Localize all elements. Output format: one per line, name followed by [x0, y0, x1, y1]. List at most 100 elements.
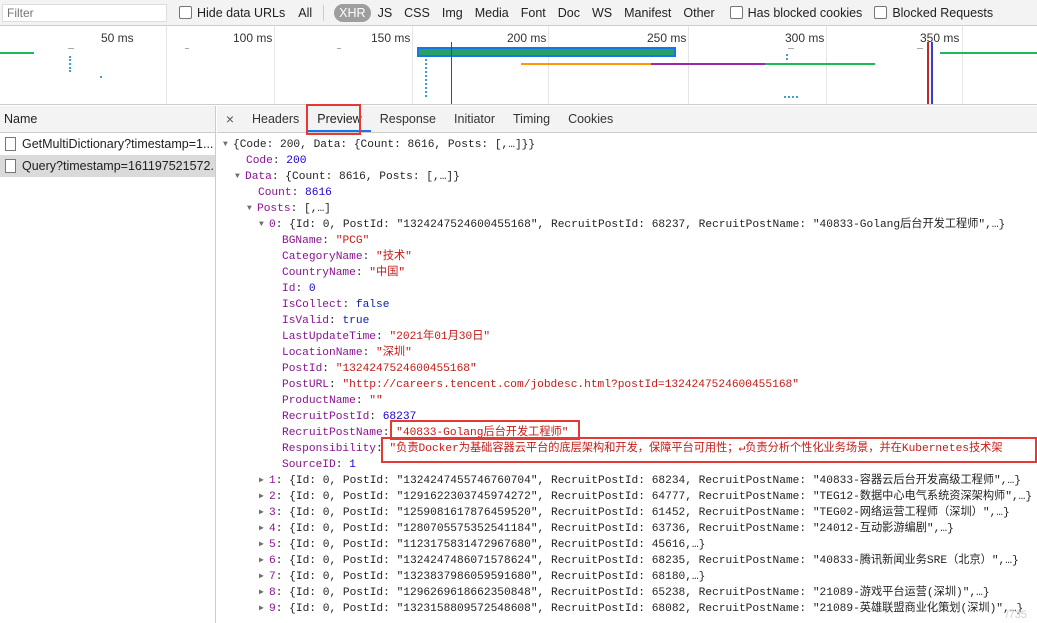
- collapsed-triangle-icon[interactable]: ▶: [259, 585, 269, 601]
- timeline-marker-red: [927, 42, 929, 104]
- has-blocked-cookies-checkbox[interactable]: Has blocked cookies: [729, 6, 862, 20]
- filter-input[interactable]: [2, 3, 167, 22]
- collapsed-triangle-icon[interactable]: ▶: [259, 473, 269, 489]
- timeline-bar: [765, 63, 875, 65]
- expanded-triangle-icon[interactable]: ▼: [247, 201, 257, 217]
- tab-headers[interactable]: Headers: [243, 106, 308, 132]
- tab-initiator[interactable]: Initiator: [445, 106, 504, 132]
- field-key: CountryName: [282, 267, 356, 279]
- collapsed-triangle-icon[interactable]: ▶: [259, 505, 269, 521]
- field-value: "2021年01月30日": [389, 331, 491, 343]
- type-filter-xhr[interactable]: XHR: [334, 3, 371, 22]
- timeline-gridline: [548, 26, 549, 104]
- tree-field-row: PostURL: "http://careers.tencent.com/job…: [282, 379, 799, 391]
- timeline-tick-label: 150 ms: [371, 31, 411, 45]
- timeline-gridline: [274, 26, 275, 104]
- field-value: 1: [349, 459, 356, 471]
- name-column-header[interactable]: Name: [0, 106, 215, 133]
- type-filter-css[interactable]: CSS: [399, 4, 435, 22]
- collapsed-triangle-icon[interactable]: ▶: [259, 553, 269, 569]
- timeline-bar-purple: [651, 63, 765, 65]
- collapsed-triangle-icon[interactable]: ▶: [259, 537, 269, 553]
- collapsed-triangle-icon[interactable]: ▶: [259, 601, 269, 617]
- field-value: "PCG": [335, 235, 370, 247]
- request-row-selected[interactable]: Query?timestamp=161197521572...: [0, 155, 215, 177]
- field-key: Responsibility: [282, 443, 376, 455]
- detail-tabs: × Headers Preview Response Initiator Tim…: [217, 106, 1037, 133]
- type-filters: XHR JS CSS Img Media Font Doc WS Manifes…: [334, 3, 722, 22]
- checkbox-icon: [729, 6, 743, 19]
- type-filter-media[interactable]: Media: [470, 4, 514, 22]
- type-filter-js[interactable]: JS: [373, 4, 398, 22]
- timeline-tick-label: 100 ms: [233, 31, 273, 45]
- tree-collapsed-post[interactable]: ▶ 3: {Id: 0, PostId: "1259081617876459520…: [217, 505, 1037, 521]
- tree-collapsed-post[interactable]: ▶ 6: {Id: 0, PostId: "1324247486071578624…: [217, 553, 1037, 569]
- timeline-bar: [68, 48, 74, 49]
- post-index: 5: [269, 539, 276, 551]
- tree-field-row: PostId: "1324247524600455168": [282, 363, 477, 375]
- post-summary: {Id: 0, PostId: "1296269618662350848", R…: [289, 587, 990, 599]
- tree-field-row: LocationName: "深圳": [282, 347, 412, 359]
- field-key: SourceID: [282, 459, 336, 471]
- hide-data-urls-checkbox[interactable]: Hide data URLs: [179, 6, 285, 20]
- expanded-triangle-icon[interactable]: ▼: [235, 169, 245, 185]
- tree-node-post-0[interactable]: ▼ 0: {Id: 0, PostId: "1324247524600455168…: [217, 217, 1037, 233]
- type-filter-other[interactable]: Other: [678, 4, 719, 22]
- tree-collapsed-post[interactable]: ▶ 5: {Id: 0, PostId: "1123175831472967680…: [217, 537, 1037, 553]
- tree-collapsed-post[interactable]: ▶ 1: {Id: 0, PostId: "1324247455746760704…: [217, 473, 1037, 489]
- type-filter-img[interactable]: Img: [437, 4, 468, 22]
- field-key: Id: [282, 283, 296, 295]
- post-summary: {Id: 0, PostId: "1324247486071578624", R…: [289, 555, 1019, 567]
- collapsed-triangle-icon[interactable]: ▶: [259, 569, 269, 585]
- field-value: "40833-Golang后台开发工程师": [396, 427, 569, 439]
- tree-node-posts[interactable]: ▼ Posts: [,…]: [217, 201, 1037, 217]
- close-icon[interactable]: ×: [217, 106, 243, 132]
- collapsed-triangle-icon[interactable]: ▶: [259, 521, 269, 537]
- post-summary: {Id: 0, PostId: "1323837986059591680", R…: [289, 571, 706, 583]
- tree-field-row: RecruitPostId: 68237: [282, 411, 417, 423]
- field-value: "负责Docker为基础容器云平台的底层架构和开发，保障平台可用性；↵负责分析个…: [389, 443, 1003, 455]
- type-filter-manifest[interactable]: Manifest: [619, 4, 676, 22]
- timeline-bar: [940, 52, 1037, 54]
- type-filter-ws[interactable]: WS: [587, 4, 617, 22]
- field-key: ProductName: [282, 395, 356, 407]
- blocked-requests-checkbox[interactable]: Blocked Requests: [874, 6, 993, 20]
- timeline-gridline: [962, 26, 963, 104]
- expanded-triangle-icon[interactable]: ▼: [259, 217, 269, 233]
- selected-request-bar[interactable]: [417, 47, 676, 57]
- tree-field-row: CountryName: "中国": [282, 267, 406, 279]
- request-row[interactable]: GetMultiDictionary?timestamp=1...: [0, 133, 215, 155]
- post-summary: {Id: 0, PostId: "1291622303745974272", R…: [289, 491, 1033, 503]
- tab-cookies[interactable]: Cookies: [559, 106, 622, 132]
- timeline-tick-label: 200 ms: [507, 31, 547, 45]
- post-index: 1: [269, 475, 276, 487]
- tree-field-row: Id: 0: [282, 283, 316, 295]
- timeline-bar: [185, 48, 189, 49]
- tab-preview[interactable]: Preview: [308, 106, 371, 132]
- expanded-triangle-icon[interactable]: ▼: [223, 137, 233, 153]
- tree-collapsed-post[interactable]: ▶ 7: {Id: 0, PostId: "1323837986059591680…: [217, 569, 1037, 585]
- post-index: 4: [269, 523, 276, 535]
- field-key: PostURL: [282, 379, 329, 391]
- field-key: IsValid: [282, 315, 329, 327]
- post-index: 9: [269, 603, 276, 615]
- tree-collapsed-post[interactable]: ▶ 4: {Id: 0, PostId: "1280705575352541184…: [217, 521, 1037, 537]
- tree-collapsed-post[interactable]: ▶ 2: {Id: 0, PostId: "1291622303745974272…: [217, 489, 1037, 505]
- collapsed-triangle-icon[interactable]: ▶: [259, 489, 269, 505]
- type-filter-all[interactable]: All: [293, 4, 317, 22]
- timeline-bar: [100, 76, 102, 78]
- tab-timing[interactable]: Timing: [504, 106, 559, 132]
- tree-node-data[interactable]: ▼ Data: {Count: 8616, Posts: [,…]}: [217, 169, 1037, 185]
- document-icon: [5, 159, 16, 173]
- tree-root[interactable]: ▼ {Code: 200, Data: {Count: 8616, Posts: …: [217, 137, 1037, 153]
- timeline-bar: [784, 96, 798, 99]
- network-overview-timeline[interactable]: 50 ms 100 ms 150 ms 200 ms 250 ms 300 ms…: [0, 26, 1037, 105]
- type-filter-doc[interactable]: Doc: [553, 4, 585, 22]
- timeline-tick-label: 350 ms: [920, 31, 960, 45]
- tab-response[interactable]: Response: [371, 106, 445, 132]
- tree-collapsed-post[interactable]: ▶ 8: {Id: 0, PostId: "1296269618662350848…: [217, 585, 1037, 601]
- post-0-fields: BGName: "PCG" CategoryName: "技术" CountryNa…: [217, 233, 1037, 473]
- tree-collapsed-post[interactable]: ▶ 9: {Id: 0, PostId: "1323158809572548608…: [217, 601, 1037, 617]
- field-key: LastUpdateTime: [282, 331, 376, 343]
- type-filter-font[interactable]: Font: [516, 4, 551, 22]
